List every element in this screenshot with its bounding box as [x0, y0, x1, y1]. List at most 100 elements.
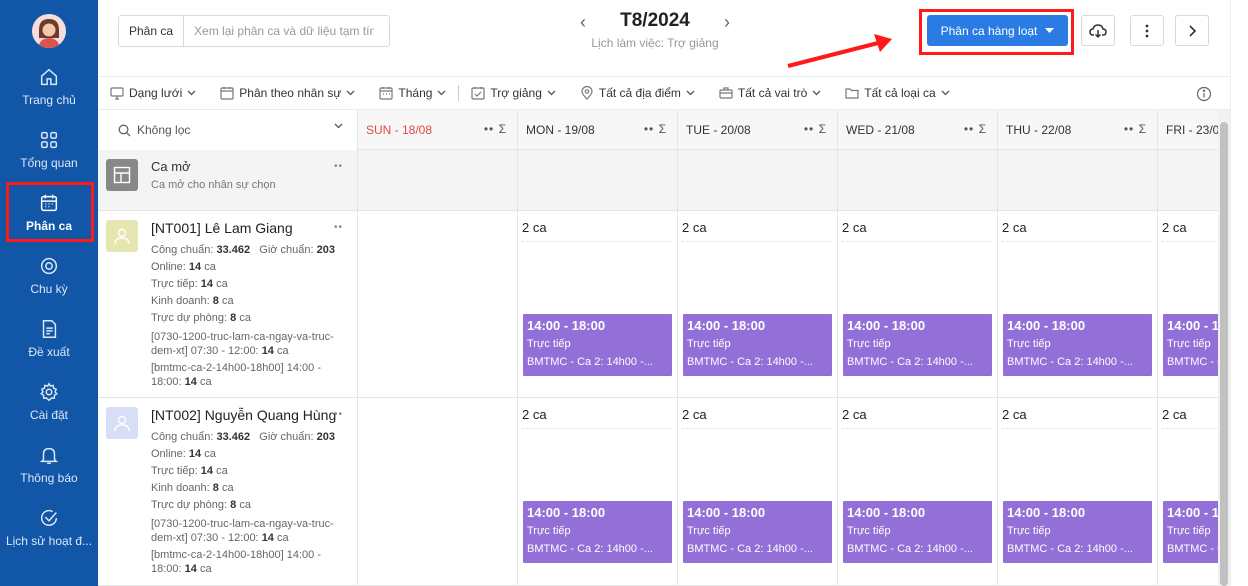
chevron-down-icon — [437, 90, 446, 96]
shift-name: BMTMC - Ca 2: 14h00 -... — [687, 543, 813, 555]
shift-type: Trực tiếp — [527, 525, 571, 537]
drag-handle-icon[interactable]: •• — [334, 222, 343, 233]
employee-shift-template-line: [0730-1200-truc-lam-ca-ngay-va-truc-dem-… — [151, 331, 334, 357]
search-input[interactable] — [184, 24, 385, 38]
sidebar-item-shift[interactable]: Phân ca — [0, 192, 98, 248]
day-tools[interactable]: •• Σ — [644, 122, 667, 136]
shift-block[interactable]: 14:00 - 18:00 Trực tiếp BMTMC - Ca 2: 14h0… — [523, 314, 672, 376]
shift-block[interactable]: 14:00 - 18:00 Trực tiếp BMTMC - Ca 2: 14h0… — [1163, 501, 1218, 563]
shift-count: 2 ca — [842, 220, 992, 242]
sidebar-item-label: Cài đặt — [29, 408, 69, 422]
day-tools[interactable]: •• Σ — [804, 122, 827, 136]
download-button[interactable] — [1081, 15, 1115, 46]
bell-icon — [39, 447, 59, 464]
employee-stat-line: Online: 14 ca — [151, 261, 216, 273]
shift-name: BMTMC - Ca 2: 14h00 -... — [687, 356, 813, 368]
shift-block[interactable]: 14:00 - 18:00 Trực tiếp BMTMC - Ca 2: 14h0… — [683, 501, 832, 563]
document-icon — [42, 320, 57, 338]
schedule-day-cell[interactable] — [358, 398, 518, 585]
shift-type: Trực tiếp — [1167, 525, 1211, 537]
sidebar-item-cycle[interactable]: Chu kỳ — [0, 255, 98, 311]
employee-info-cell[interactable]: [NT002] Nguyễn Quang Hùng •• Công chuẩn: 3… — [98, 398, 358, 585]
filter-label: Tất cả loại ca — [864, 86, 936, 100]
shift-type: Trực tiếp — [847, 338, 891, 350]
shift-block[interactable]: 14:00 - 18:00 Trực tiếp BMTMC - Ca 2: 14h0… — [843, 314, 992, 376]
employee-avatar — [106, 407, 138, 439]
shift-block[interactable]: 14:00 - 18:00 Trực tiếp BMTMC - Ca 2: 14h0… — [1003, 501, 1152, 563]
shift-block[interactable]: 14:00 - 18:00 Trực tiếp BMTMC - Ca 2: 14h0… — [523, 501, 672, 563]
employee-stat-line: Trực dự phòng: 8 ca — [151, 499, 251, 511]
schedule-day-cell[interactable] — [358, 211, 518, 397]
filter-group-by[interactable]: Phân theo nhân sự — [208, 77, 367, 109]
open-shift-day-cell[interactable] — [838, 150, 998, 210]
open-shift-day-cell[interactable] — [358, 150, 518, 210]
scrollbar-thumb[interactable] — [1220, 122, 1228, 586]
user-avatar-icon — [32, 14, 66, 48]
schedule-day-cell[interactable]: 2 ca 14:00 - 18:00 Trực tiếp BMTMC - Ca 2: … — [838, 398, 998, 585]
sidebar-item-activity-history[interactable]: Lịch sử hoạt đ... — [0, 507, 98, 563]
search-prefix: Phân ca — [119, 16, 185, 46]
cycle-icon — [40, 257, 58, 275]
shift-block[interactable]: 14:00 - 18:00 Trực tiếp BMTMC - Ca 2: 14h0… — [1163, 314, 1218, 376]
shift-block[interactable]: 14:00 - 18:00 Trực tiếp BMTMC - Ca 2: 14h0… — [843, 501, 992, 563]
chevron-down-icon — [187, 90, 196, 96]
vertical-scrollbar[interactable] — [1218, 110, 1230, 586]
schedule-day-cell[interactable]: 2 ca 14:00 - 18:00 Trực tiếp BMTMC - Ca 2: … — [678, 398, 838, 585]
sidebar-item-settings[interactable]: Cài đặt — [0, 381, 98, 437]
open-shift-subtitle: Ca mở cho nhân sự chọn — [151, 179, 276, 191]
employee-filter-select[interactable]: Không lọc — [98, 110, 358, 150]
day-tools[interactable]: •• Σ — [484, 122, 507, 136]
prev-month-chevron-icon[interactable]: ‹ — [580, 12, 586, 33]
filter-label: Tất cả vai trò — [737, 86, 808, 100]
day-header-wed: WED - 21/08 •• Σ — [838, 110, 998, 150]
open-shift-day-cell[interactable] — [518, 150, 678, 210]
filter-shift-type[interactable]: Tất cả loại ca — [833, 77, 961, 109]
bulk-assign-button[interactable]: Phân ca hàng loạt — [927, 15, 1068, 46]
employee-stat-line: Trực tiếp: 14 ca — [151, 465, 228, 477]
more-options-button[interactable] — [1130, 15, 1164, 46]
employee-info-cell[interactable]: [NT001] Lê Lam Giang •• Công chuẩn: 33.462… — [98, 211, 358, 397]
sidebar-item-proposal[interactable]: Đề xuất — [0, 318, 98, 374]
drag-handle-icon[interactable]: •• — [334, 409, 343, 420]
day-tools[interactable]: •• Σ — [1124, 122, 1147, 136]
schedule-day-cell[interactable]: 2 ca 14:00 - 18:00 Trực tiếp BMTMC - Ca 2: … — [998, 398, 1158, 585]
check-circle-icon — [40, 509, 58, 526]
schedule-day-cell[interactable]: 2 ca 14:00 - 18:00 Trực tiếp BMTMC - Ca 2: … — [998, 211, 1158, 397]
calendar-user-icon — [220, 87, 234, 100]
schedule-day-cell[interactable]: 2 ca 14:00 - 18:00 Trực tiếp BMTMC - Ca 2: … — [838, 211, 998, 397]
drag-handle-icon[interactable]: •• — [334, 161, 343, 172]
sidebar-item-home[interactable]: Trang chủ — [0, 66, 98, 122]
calendar-icon — [40, 194, 58, 212]
shift-block[interactable]: 14:00 - 18:00 Trực tiếp BMTMC - Ca 2: 14h0… — [1003, 314, 1152, 376]
filter-location[interactable]: Tất cả địa điểm — [568, 77, 707, 109]
schedule-grid: Không lọc SUN - 18/08 •• Σ MON - 19/08 •• … — [98, 110, 1218, 586]
shift-count: 2 ca — [522, 407, 672, 429]
red-arrow-annotation-icon — [787, 34, 892, 68]
day-tools[interactable]: •• Σ — [964, 122, 987, 136]
filter-schedule[interactable]: Trợ giảng — [459, 77, 567, 109]
shift-block[interactable]: 14:00 - 18:00 Trực tiếp BMTMC - Ca 2: 14h0… — [683, 314, 832, 376]
sidebar-item-notifications[interactable]: Thông báo — [0, 444, 98, 500]
search-box[interactable]: Phân ca — [118, 15, 390, 47]
user-avatar[interactable] — [32, 14, 66, 48]
next-month-chevron-icon[interactable]: › — [724, 12, 730, 33]
filter-view-mode[interactable]: Dạng lưới — [98, 77, 208, 109]
schedule-day-cell[interactable]: 2 ca 14:00 - 18:00 Trực tiếp BMTMC - Ca 2: … — [1158, 398, 1218, 585]
day-header-label: SUN - 18/08 — [366, 123, 433, 137]
chevron-down-icon — [941, 90, 950, 96]
sidebar-item-overview[interactable]: Tổng quan — [0, 129, 98, 185]
sidebar: Trang chủ Tổng quan Phân ca Chu kỳ Đề xu… — [0, 0, 98, 586]
info-icon[interactable] — [1196, 86, 1212, 102]
schedule-day-cell[interactable]: 2 ca 14:00 - 18:00 Trực tiếp BMTMC - Ca 2: … — [678, 211, 838, 397]
expand-panel-button[interactable] — [1175, 15, 1209, 46]
dashboard-grid-icon — [40, 131, 58, 149]
open-shift-day-cell[interactable] — [1158, 150, 1218, 210]
filter-period[interactable]: Tháng — [367, 77, 458, 109]
employee-stat-line: Kinh doanh: 8 ca — [151, 482, 234, 494]
schedule-day-cell[interactable]: 2 ca 14:00 - 18:00 Trực tiếp BMTMC - Ca 2: … — [518, 211, 678, 397]
open-shift-day-cell[interactable] — [998, 150, 1158, 210]
open-shift-day-cell[interactable] — [678, 150, 838, 210]
schedule-day-cell[interactable]: 2 ca 14:00 - 18:00 Trực tiếp BMTMC - Ca 2: … — [1158, 211, 1218, 397]
schedule-day-cell[interactable]: 2 ca 14:00 - 18:00 Trực tiếp BMTMC - Ca 2: … — [518, 398, 678, 585]
filter-role[interactable]: Tất cả vai trò — [707, 77, 833, 109]
